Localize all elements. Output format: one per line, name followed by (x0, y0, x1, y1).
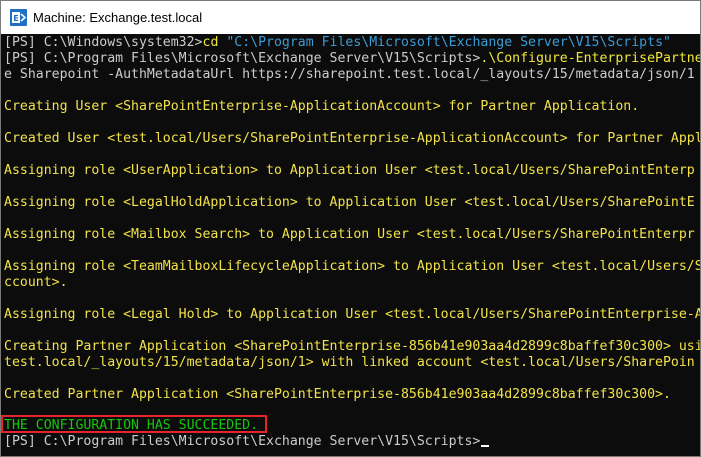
console-line-output: Creating User <SharePointEnterprise-Appl… (4, 99, 640, 114)
console-line-output: Assigning role <Legal Hold> to Applicati… (4, 307, 700, 322)
console-line-output: Assigning role <UserApplication> to Appl… (4, 163, 695, 178)
ps-prompt: [PS] C:\Program Files\Microsoft\Exchange… (4, 434, 481, 449)
console-line-configure-wrap: e Sharepoint -AuthMetadataUrl https://sh… (4, 67, 695, 82)
command-argument: "C:\Program Files\Microsoft\Exchange Ser… (218, 35, 671, 50)
ps-prompt: [PS] C:\Windows\system32> (4, 35, 203, 50)
ps-prompt: [PS] C:\Program Files\Microsoft\Exchange… (4, 51, 481, 66)
console-line-output: Assigning role <TeamMailboxLifecycleAppl… (4, 259, 700, 274)
title-bar[interactable]: E Machine: Exchange.test.local (1, 1, 700, 34)
console-line-final-prompt[interactable]: [PS] C:\Program Files\Microsoft\Exchange… (4, 434, 490, 450)
console-line-output: ccount>. (4, 275, 68, 290)
console-line-output: Created Partner Application <SharePointE… (4, 387, 671, 402)
console-output[interactable]: [PS] C:\Windows\system32>cd "C:\Program … (1, 34, 700, 456)
text-cursor (481, 445, 490, 447)
console-line-output: Assigning role <LegalHoldApplication> to… (4, 195, 695, 210)
console-line-configure-command: [PS] C:\Program Files\Microsoft\Exchange… (4, 51, 700, 67)
console-line-output: Assigning role <Mailbox Search> to Appli… (4, 227, 695, 242)
exchange-powershell-icon: E (10, 9, 27, 26)
command-verb: cd (202, 35, 219, 50)
success-highlight-box (1, 415, 267, 433)
console-line-output: Created User <test.local/Users/SharePoin… (4, 131, 700, 146)
console-line-output: test.local/_layouts/15/metadata/json/1> … (4, 355, 695, 370)
console-line-cd-command: [PS] C:\Windows\system32>cd "C:\Program … (4, 35, 671, 51)
command-verb: .\Configure-EnterprisePartne (480, 51, 700, 66)
powershell-window: E Machine: Exchange.test.local [PS] C:\W… (0, 0, 701, 457)
window-title: Machine: Exchange.test.local (33, 10, 203, 25)
svg-text:E: E (13, 14, 18, 23)
console-line-output: Creating Partner Application <SharePoint… (4, 339, 700, 354)
